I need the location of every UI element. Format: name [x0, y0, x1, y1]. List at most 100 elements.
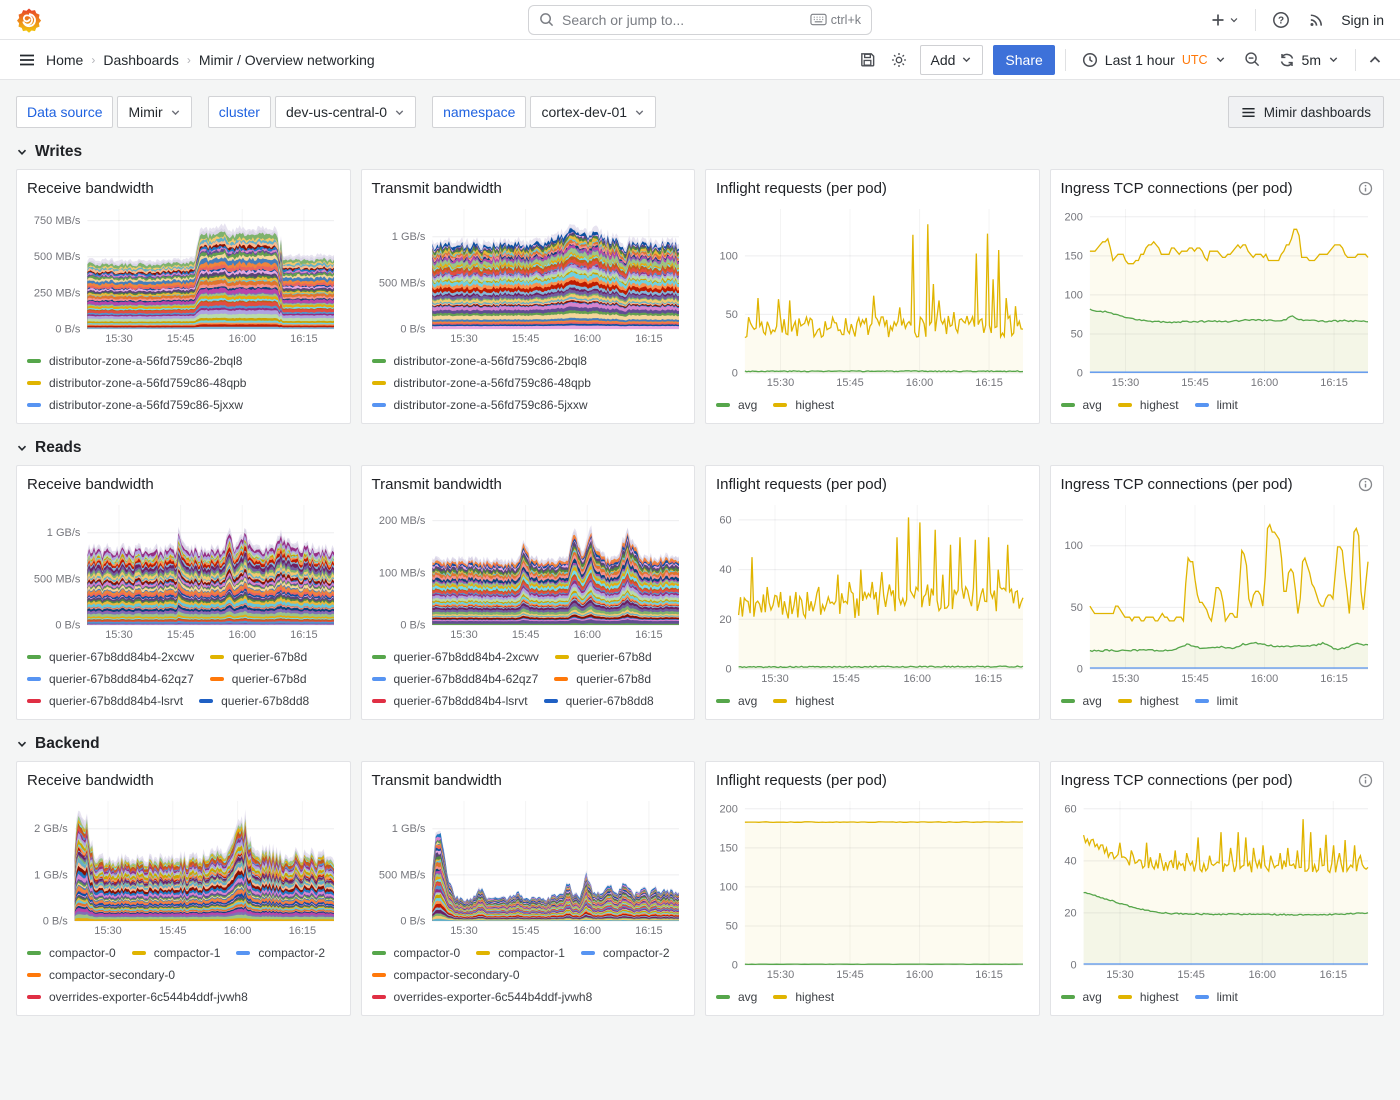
legend-item[interactable]: compactor-0	[27, 946, 116, 960]
legend-item[interactable]: highest	[1118, 398, 1179, 412]
refresh-picker[interactable]: 5m	[1273, 51, 1345, 69]
chart-plot[interactable]: 020406015:3015:4516:0016:15	[716, 497, 1029, 687]
variable-namespace-label[interactable]: namespace	[432, 96, 526, 128]
panel-title[interactable]: Ingress TCP connections (per pod)	[1061, 180, 1293, 197]
svg-text:15:45: 15:45	[511, 629, 539, 641]
legend-item[interactable]: querier-67b8d	[210, 650, 307, 664]
share-button[interactable]: Share	[993, 45, 1054, 75]
chart-plot[interactable]: 0 B/s500 MB/s1 GB/s15:3015:4516:0016:15	[372, 793, 685, 939]
chart-plot[interactable]: 05010015020015:3015:4516:0016:15	[1061, 201, 1374, 391]
legend-item[interactable]: highest	[773, 694, 834, 708]
sign-in-link[interactable]: Sign in	[1341, 12, 1384, 28]
row-header-writes[interactable]: Writes	[16, 128, 1384, 169]
add-panel-button[interactable]: Add	[920, 45, 984, 75]
legend-item[interactable]: compactor-1	[476, 946, 565, 960]
news-icon[interactable]	[1306, 9, 1327, 30]
legend-item[interactable]: compactor-2	[581, 946, 670, 960]
panel-title[interactable]: Receive bandwidth	[27, 180, 154, 197]
breadcrumb-dashboards[interactable]: Dashboards	[103, 52, 179, 68]
legend-item[interactable]: avg	[1061, 694, 1102, 708]
info-icon[interactable]	[1358, 477, 1373, 492]
chart-plot[interactable]: 05010015:3015:4516:0016:15	[716, 201, 1029, 391]
legend-item[interactable]: limit	[1195, 398, 1238, 412]
legend-item[interactable]: distributor-zone-a-56fd759c86-48qpb	[372, 376, 591, 390]
info-icon[interactable]	[1358, 181, 1373, 196]
legend-item[interactable]: distributor-zone-a-56fd759c86-2bql8	[27, 354, 242, 368]
legend-item[interactable]: querier-67b8dd84b4-62qz7	[27, 672, 194, 686]
legend-item[interactable]: compactor-0	[372, 946, 461, 960]
svg-text:50: 50	[726, 309, 738, 321]
legend-item[interactable]: compactor-2	[236, 946, 325, 960]
chart-plot[interactable]: 05010015:3015:4516:0016:15	[1061, 497, 1374, 687]
chart-plot[interactable]: 0 B/s100 MB/s200 MB/s15:3015:4516:0016:1…	[372, 497, 685, 643]
legend-item[interactable]: highest	[773, 398, 834, 412]
panel-title[interactable]: Ingress TCP connections (per pod)	[1061, 772, 1293, 789]
panel-title[interactable]: Inflight requests (per pod)	[716, 180, 887, 197]
legend-item[interactable]: overrides-exporter-6c544b4ddf-jvwh8	[372, 990, 593, 1004]
menu-toggle-icon[interactable]	[16, 49, 38, 71]
mimir-dashboards-button[interactable]: Mimir dashboards	[1228, 96, 1384, 128]
legend-item[interactable]: avg	[716, 990, 757, 1004]
time-range-picker[interactable]: Last 1 hour UTC	[1076, 51, 1232, 69]
legend-item[interactable]: avg	[1061, 398, 1102, 412]
legend-item[interactable]: compactor-1	[132, 946, 221, 960]
legend-item[interactable]: avg	[716, 694, 757, 708]
panel-title[interactable]: Transmit bandwidth	[372, 180, 502, 197]
help-icon[interactable]: ?	[1270, 9, 1292, 31]
legend-item[interactable]: compactor-secondary-0	[27, 968, 175, 982]
variable-cluster-value[interactable]: dev-us-central-0	[275, 96, 416, 128]
chart-plot[interactable]: 0 B/s1 GB/s2 GB/s15:3015:4516:0016:15	[27, 793, 340, 939]
panel-title[interactable]: Ingress TCP connections (per pod)	[1061, 476, 1293, 493]
chart-plot[interactable]: 05010015020015:3015:4516:0016:15	[716, 793, 1029, 983]
chart-plot[interactable]: 0 B/s500 MB/s1 GB/s15:3015:4516:0016:15	[372, 201, 685, 347]
legend-item[interactable]: highest	[1118, 694, 1179, 708]
panel-title[interactable]: Transmit bandwidth	[372, 476, 502, 493]
legend-item[interactable]: avg	[1061, 990, 1102, 1004]
add-new-button[interactable]	[1208, 10, 1241, 30]
legend-item[interactable]: querier-67b8dd84b4-2xcwv	[27, 650, 194, 664]
panel-title[interactable]: Transmit bandwidth	[372, 772, 502, 789]
info-icon[interactable]	[1358, 773, 1373, 788]
legend-item[interactable]: querier-67b8dd84b4-lsrvt	[372, 694, 528, 708]
save-dashboard-icon[interactable]	[857, 49, 878, 70]
breadcrumb-home[interactable]: Home	[46, 52, 83, 68]
legend-item[interactable]: querier-67b8dd8	[199, 694, 309, 708]
search-input[interactable]: Search or jump to... ctrl+k	[528, 5, 872, 35]
variable-namespace-value[interactable]: cortex-dev-01	[530, 96, 656, 128]
legend-item[interactable]: overrides-exporter-6c544b4ddf-jvwh8	[27, 990, 248, 1004]
legend-item[interactable]: querier-67b8dd84b4-2xcwv	[372, 650, 539, 664]
chart-plot[interactable]: 020406015:3015:4516:0016:15	[1061, 793, 1374, 983]
legend-item[interactable]: avg	[716, 398, 757, 412]
legend-item[interactable]: distributor-zone-a-56fd759c86-5jxxw	[372, 398, 588, 412]
legend-item[interactable]: highest	[1118, 990, 1179, 1004]
legend-item[interactable]: querier-67b8dd84b4-lsrvt	[27, 694, 183, 708]
variable-cluster-label[interactable]: cluster	[208, 96, 271, 128]
dashboard-settings-icon[interactable]	[888, 49, 910, 71]
legend-item[interactable]: distributor-zone-a-56fd759c86-48qpb	[27, 376, 246, 390]
grafana-logo[interactable]	[16, 7, 42, 33]
legend-item[interactable]: querier-67b8dd8	[544, 694, 654, 708]
legend-item[interactable]: limit	[1195, 990, 1238, 1004]
panel-title[interactable]: Receive bandwidth	[27, 476, 154, 493]
legend-item[interactable]: compactor-secondary-0	[372, 968, 520, 982]
legend-item[interactable]: highest	[773, 990, 834, 1004]
panel-title[interactable]: Receive bandwidth	[27, 772, 154, 789]
legend-label: avg	[1083, 990, 1102, 1004]
legend-item[interactable]: querier-67b8d	[554, 672, 651, 686]
legend-item[interactable]: querier-67b8dd84b4-62qz7	[372, 672, 539, 686]
row-header-reads[interactable]: Reads	[16, 424, 1384, 465]
legend-item[interactable]: querier-67b8d	[210, 672, 307, 686]
legend-item[interactable]: distributor-zone-a-56fd759c86-5jxxw	[27, 398, 243, 412]
panel-title[interactable]: Inflight requests (per pod)	[716, 772, 887, 789]
variable-datasource-value[interactable]: Mimir	[117, 96, 191, 128]
collapse-toolbar-icon[interactable]	[1366, 51, 1384, 69]
chart-plot[interactable]: 0 B/s500 MB/s1 GB/s15:3015:4516:0016:15	[27, 497, 340, 643]
chart-plot[interactable]: 0 B/s250 MB/s500 MB/s750 MB/s15:3015:451…	[27, 201, 340, 347]
legend-item[interactable]: limit	[1195, 694, 1238, 708]
legend-item[interactable]: querier-67b8d	[555, 650, 652, 664]
variable-datasource-label[interactable]: Data source	[16, 96, 113, 128]
panel-title[interactable]: Inflight requests (per pod)	[716, 476, 887, 493]
legend-item[interactable]: distributor-zone-a-56fd759c86-2bql8	[372, 354, 587, 368]
row-header-backend[interactable]: Backend	[16, 720, 1384, 761]
zoom-out-time-icon[interactable]	[1242, 49, 1263, 70]
